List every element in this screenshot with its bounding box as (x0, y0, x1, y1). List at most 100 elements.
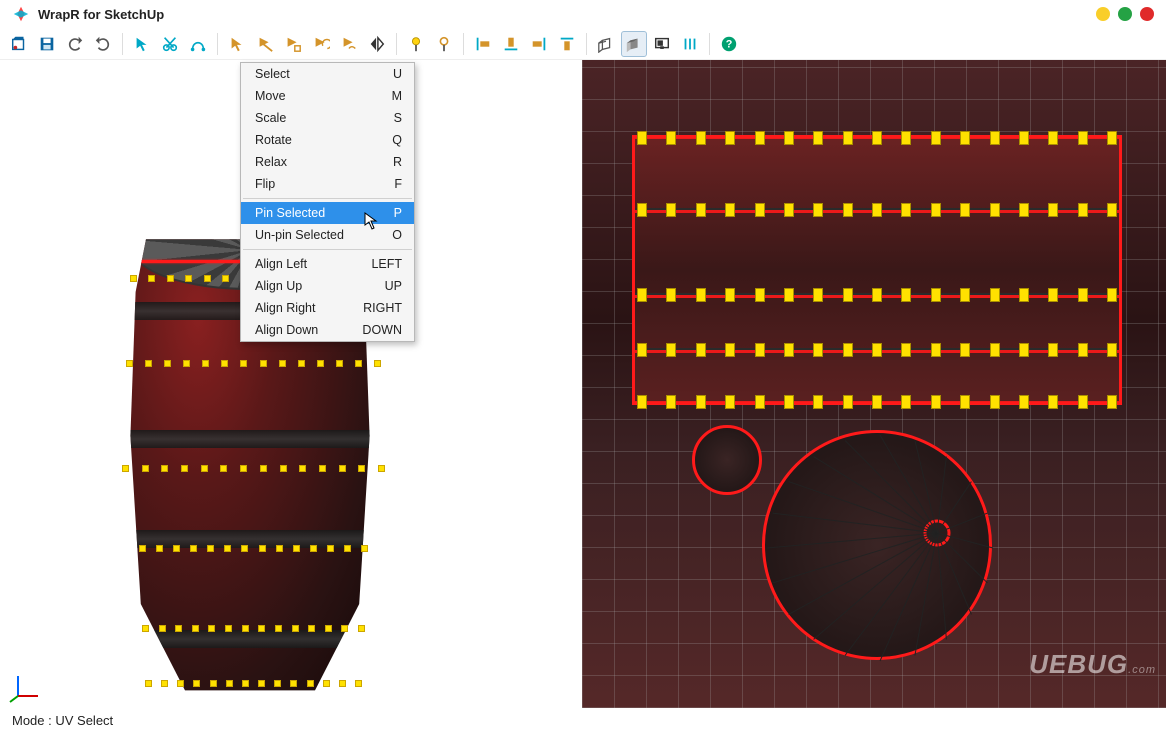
vertex-icon (293, 545, 300, 552)
help-icon[interactable]: ? (716, 31, 742, 57)
arrow-rotate-icon[interactable] (308, 31, 334, 57)
vertex-icon (181, 465, 188, 472)
vertex-icon (220, 465, 227, 472)
uv-vertex-icon (784, 131, 794, 145)
mirror-icon[interactable] (364, 31, 390, 57)
redo-icon[interactable] (90, 31, 116, 57)
vertex-icon (260, 465, 267, 472)
uv-vertex-icon (843, 288, 853, 302)
menu-item-select[interactable]: SelectU (241, 63, 414, 85)
menu-item-label: Align Right (255, 301, 315, 315)
toolbar: ? (0, 28, 1166, 60)
open-file-icon[interactable] (6, 31, 32, 57)
menu-item-rotate[interactable]: RotateQ (241, 129, 414, 151)
menu-item-shortcut: DOWN (362, 323, 402, 337)
uv-vertex-icon (901, 343, 911, 357)
uv-vertex-icon (1048, 288, 1058, 302)
toolbar-separator (709, 33, 710, 55)
menu-item-move[interactable]: MoveM (241, 85, 414, 107)
cube-shaded-icon[interactable] (621, 31, 647, 57)
vertex-icon (358, 625, 365, 632)
menu-item-align-up[interactable]: Align UpUP (241, 275, 414, 297)
minimize-dot-icon[interactable] (1096, 7, 1110, 21)
vertex-icon (355, 680, 362, 687)
select-arrow-icon[interactable] (129, 31, 155, 57)
vertex-icon (221, 360, 228, 367)
align-right-icon[interactable] (526, 31, 552, 57)
uv-vertex-icon (990, 288, 1000, 302)
align-left-icon[interactable] (470, 31, 496, 57)
uv-vertex-icon (637, 343, 647, 357)
uv-vertex-icon (872, 131, 882, 145)
menu-item-align-left[interactable]: Align LeftLEFT (241, 253, 414, 275)
vertex-icon (339, 680, 346, 687)
vertex-icon (224, 545, 231, 552)
vertex-icon (192, 625, 199, 632)
vertex-icon (161, 680, 168, 687)
arrow-select-icon[interactable] (224, 31, 250, 57)
uv-vertex-icon (666, 395, 676, 409)
menu-item-pin-selected[interactable]: Pin SelectedP (241, 202, 414, 224)
uv-vertex-icon (960, 343, 970, 357)
menu-item-flip[interactable]: FlipF (241, 173, 414, 195)
uv-vertex-icon (1107, 288, 1117, 302)
unwrap-icon[interactable] (185, 31, 211, 57)
uv-vertex-icon (1078, 343, 1088, 357)
cut-icon[interactable] (157, 31, 183, 57)
uv-vertex-icon (901, 203, 911, 217)
uv-vertex-icon (637, 395, 647, 409)
menu-item-align-right[interactable]: Align RightRIGHT (241, 297, 414, 319)
vertex-icon (190, 545, 197, 552)
vertex-icon (241, 545, 248, 552)
uv-vertex-icon (725, 395, 735, 409)
uv-vertex-icon (1107, 343, 1117, 357)
app-logo-icon (12, 5, 30, 23)
vertex-icon (358, 465, 365, 472)
bars-icon[interactable] (677, 31, 703, 57)
menu-item-un-pin-selected[interactable]: Un-pin SelectedO (241, 224, 414, 246)
menu-item-label: Pin Selected (255, 206, 325, 220)
vertex-icon (159, 625, 166, 632)
undo-icon[interactable] (62, 31, 88, 57)
vertex-icon (204, 275, 211, 282)
menu-item-align-down[interactable]: Align DownDOWN (241, 319, 414, 341)
close-dot-icon[interactable] (1140, 7, 1154, 21)
pin-outline-icon[interactable] (431, 31, 457, 57)
menu-item-shortcut: M (392, 89, 402, 103)
uv-vertex-icon (872, 395, 882, 409)
uv-vertex-icon (666, 288, 676, 302)
save-file-icon[interactable] (34, 31, 60, 57)
uv-vertex-icon (931, 395, 941, 409)
cube-wire-icon[interactable] (593, 31, 619, 57)
uv-vertex-icon (1048, 343, 1058, 357)
vertex-icon (292, 625, 299, 632)
vertex-icon (341, 625, 348, 632)
menu-item-label: Rotate (255, 133, 292, 147)
arrow-move-icon[interactable] (252, 31, 278, 57)
menu-item-scale[interactable]: ScaleS (241, 107, 414, 129)
menu-item-label: Un-pin Selected (255, 228, 344, 242)
uv-vertex-icon (666, 131, 676, 145)
menu-item-relax[interactable]: RelaxR (241, 151, 414, 173)
uv-vertex-icon (901, 395, 911, 409)
vertex-icon (260, 360, 267, 367)
vertex-icon (177, 680, 184, 687)
vertex-icon (139, 545, 146, 552)
vertex-icon (240, 465, 247, 472)
maximize-dot-icon[interactable] (1118, 7, 1132, 21)
monitor-icon[interactable] (649, 31, 675, 57)
uv-viewport[interactable]: UEBUG.com (582, 60, 1166, 708)
vertex-icon (325, 625, 332, 632)
context-menu[interactable]: SelectUMoveMScaleSRotateQRelaxRFlipF Pin … (240, 62, 415, 342)
arrow-relax-icon[interactable] (336, 31, 362, 57)
align-down-icon[interactable] (498, 31, 524, 57)
arrow-scale-icon[interactable] (280, 31, 306, 57)
align-up-icon[interactable] (554, 31, 580, 57)
vertex-icon (242, 680, 249, 687)
pin-yellow-icon[interactable] (403, 31, 429, 57)
menu-item-shortcut: U (393, 67, 402, 81)
vertex-icon (226, 680, 233, 687)
uv-vertex-icon (843, 343, 853, 357)
uv-vertex-icon (725, 343, 735, 357)
vertex-icon (259, 545, 266, 552)
